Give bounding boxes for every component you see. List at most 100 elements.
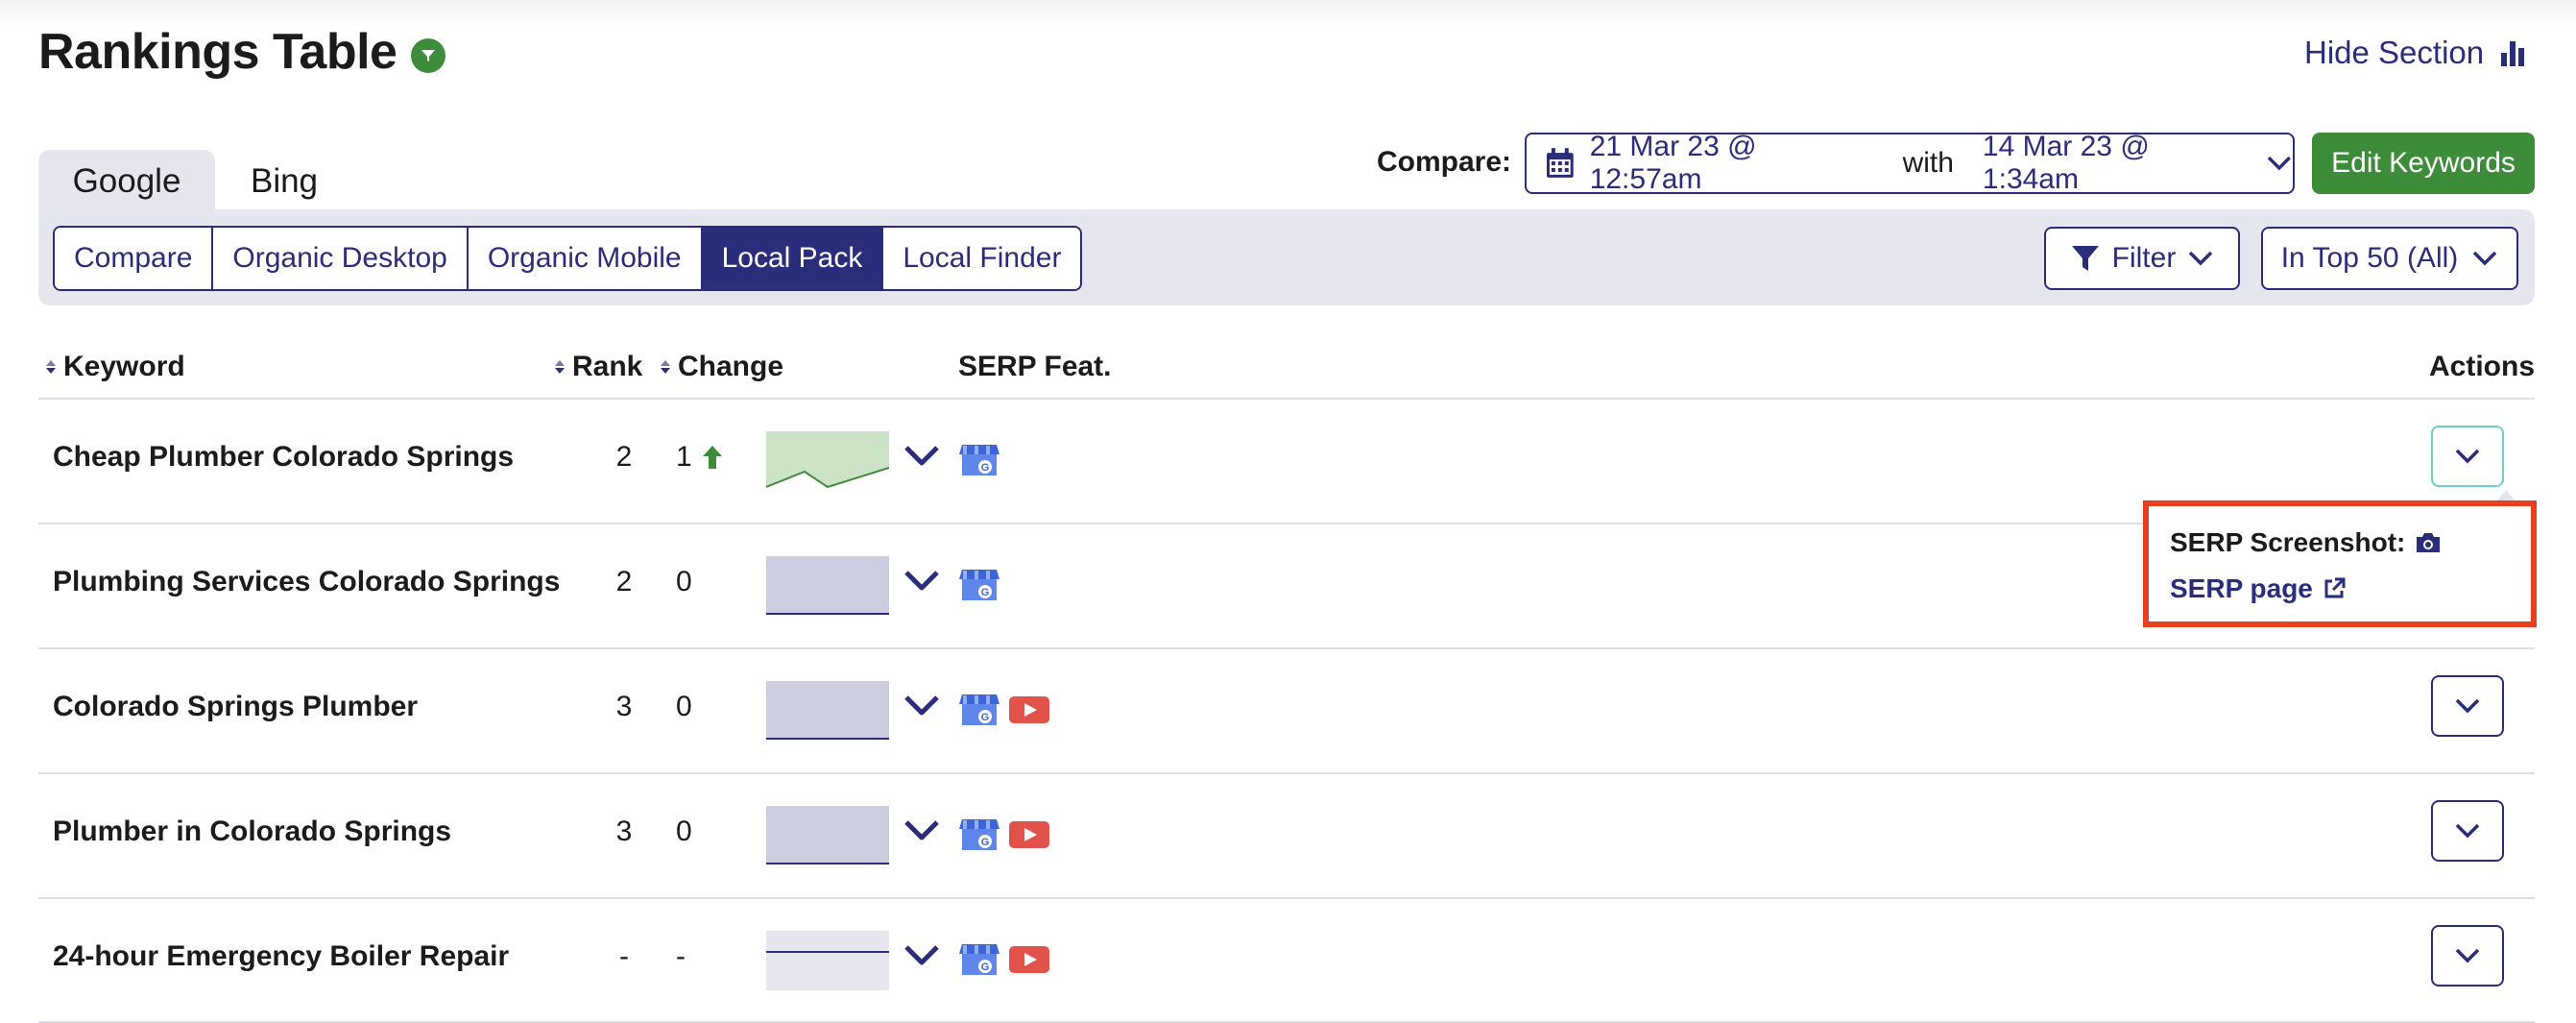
filter-badge-icon[interactable] <box>411 38 445 73</box>
chevron-down-icon <box>904 446 939 466</box>
youtube-icon <box>1009 696 1049 723</box>
change-cell: 0 <box>676 566 692 598</box>
view-organic-mobile[interactable]: Organic Mobile <box>468 228 703 289</box>
column-keyword[interactable]: Keyword <box>46 351 185 383</box>
view-local-pack[interactable]: Local Pack <box>702 228 884 289</box>
serp-features: G <box>958 817 1050 852</box>
google-business-icon: G <box>959 944 999 975</box>
chevron-down-icon <box>2455 449 2480 464</box>
serp-actions-popup: SERP Screenshot: SERP page <box>2143 500 2537 627</box>
hide-section-button[interactable]: Hide Section <box>2304 35 2526 71</box>
column-change-label: Change <box>678 351 784 382</box>
tab-google[interactable]: Google <box>38 150 215 212</box>
table-row: Plumber in Colorado Springs 3 0 G <box>38 773 2535 896</box>
funnel-icon <box>2071 246 2099 271</box>
serp-screenshot-link[interactable]: SERP Screenshot: <box>2170 527 2442 558</box>
youtube-icon <box>1009 946 1049 973</box>
expand-row-button[interactable] <box>903 817 941 847</box>
column-actions: Actions <box>2429 351 2535 383</box>
serp-features: G <box>958 942 1050 977</box>
arrow-up-icon <box>702 446 722 469</box>
keyword-cell: Colorado Springs Plumber <box>53 691 419 722</box>
expand-row-button[interactable] <box>903 693 941 722</box>
column-rank[interactable]: Rank <box>555 351 642 383</box>
tab-bing[interactable]: Bing <box>215 150 353 212</box>
camera-icon <box>2417 533 2441 552</box>
actions-dropdown-button[interactable] <box>2431 675 2504 737</box>
page-title: Rankings Table <box>38 24 397 80</box>
expand-row-button[interactable] <box>903 568 941 597</box>
keyword-cell: Cheap Plumber Colorado Springs <box>53 441 515 473</box>
serp-screenshot-label: SERP Screenshot: <box>2170 527 2406 557</box>
chevron-down-icon <box>904 945 939 965</box>
change-value: 0 <box>676 566 692 597</box>
view-organic-desktop[interactable]: Organic Desktop <box>213 228 469 289</box>
change-value: - <box>676 940 686 972</box>
view-compare[interactable]: Compare <box>55 228 214 289</box>
chevron-down-icon <box>904 695 939 716</box>
keyword-cell: Plumber in Colorado Springs <box>53 816 452 847</box>
bar-chart-icon <box>2501 41 2525 66</box>
column-change[interactable]: Change <box>661 351 783 383</box>
svg-text:G: G <box>981 462 990 474</box>
google-business-icon: G <box>959 694 999 725</box>
top-range-select[interactable]: In Top 50 (All) <box>2261 227 2518 290</box>
filter-button[interactable]: Filter <box>2044 227 2240 290</box>
google-business-icon: G <box>959 445 999 475</box>
column-serp-label: SERP Feat. <box>958 351 1112 382</box>
chevron-down-icon <box>2455 698 2480 714</box>
hide-section-label: Hide Section <box>2304 35 2485 70</box>
serp-page-label: SERP page <box>2170 573 2313 603</box>
chevron-down-icon <box>2455 948 2480 963</box>
date-range-picker[interactable]: 21 Mar 23 @ 12:57am with 14 Mar 23 @ 1:3… <box>1525 131 2295 195</box>
rank-cell: - <box>619 940 629 972</box>
rank-sparkline <box>766 931 889 990</box>
serp-features: G <box>958 568 1000 602</box>
serp-features: G <box>958 443 1000 477</box>
edit-keywords-button[interactable]: Edit Keywords <box>2312 133 2535 194</box>
keyword-cell: Plumbing Services Colorado Springs <box>53 566 561 597</box>
change-cell: 1 <box>676 441 723 474</box>
compare-label: Compare: <box>1377 146 1512 178</box>
change-value: 0 <box>676 816 692 847</box>
expand-row-button[interactable] <box>903 942 941 972</box>
change-value: 0 <box>676 691 692 722</box>
rank-sparkline <box>766 681 889 740</box>
top-range-label: In Top 50 (All) <box>2280 242 2459 274</box>
google-business-icon: G <box>959 819 999 850</box>
view-selector: Compare Organic Desktop Organic Mobile L… <box>53 226 1083 291</box>
chevron-down-icon <box>2473 251 2497 266</box>
rank-sparkline <box>766 431 889 489</box>
change-cell: 0 <box>676 816 692 848</box>
actions-dropdown-button[interactable] <box>2431 800 2504 862</box>
svg-text:G: G <box>981 712 990 723</box>
column-rank-label: Rank <box>572 351 643 382</box>
chevron-down-icon <box>2455 823 2480 839</box>
compare-with-label: with <box>1902 147 1954 179</box>
sort-icon <box>46 360 56 374</box>
view-local-finder[interactable]: Local Finder <box>883 228 1081 289</box>
expand-row-button[interactable] <box>903 443 941 473</box>
svg-text:G: G <box>981 962 990 973</box>
google-business-icon: G <box>959 570 999 600</box>
actions-dropdown-button[interactable] <box>2431 426 2504 487</box>
rank-cell: 3 <box>615 691 633 722</box>
actions-dropdown-button[interactable] <box>2431 925 2504 986</box>
chevron-down-icon <box>2268 156 2292 171</box>
rank-cell: 2 <box>615 441 633 473</box>
serp-page-link[interactable]: SERP page <box>2170 573 2346 604</box>
change-cell: 0 <box>676 691 692 723</box>
external-link-icon <box>2324 577 2346 598</box>
filter-label: Filter <box>2111 242 2177 274</box>
keyword-cell: 24-hour Emergency Boiler Repair <box>53 940 510 972</box>
table-row: 24-hour Emergency Boiler Repair - - G <box>38 898 2535 1021</box>
change-cell: - <box>676 940 686 973</box>
column-actions-label: Actions <box>2429 351 2536 382</box>
calendar-icon <box>1546 148 1574 178</box>
rank-cell: 2 <box>615 566 633 597</box>
rank-cell: 3 <box>615 816 633 847</box>
svg-text:G: G <box>981 837 990 848</box>
date-to: 14 Mar 23 @ 1:34am <box>1982 131 2150 195</box>
rank-sparkline <box>766 806 889 865</box>
sort-icon <box>555 360 565 374</box>
